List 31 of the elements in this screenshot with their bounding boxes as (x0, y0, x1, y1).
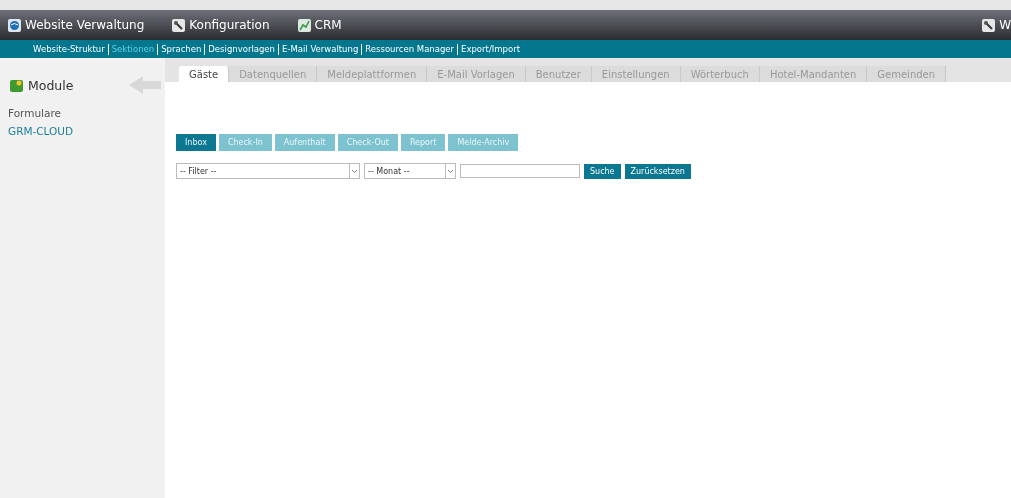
reset-button[interactable]: Zurücksetzen (624, 163, 691, 179)
wrench-icon (172, 18, 186, 32)
subnav-link[interactable]: E-Mail Verwaltung (279, 44, 362, 54)
puzzle-icon (10, 78, 24, 92)
nav-link[interactable]: CRM (297, 18, 342, 32)
nav-link[interactable]: Konfiguration (172, 18, 270, 32)
nav-link[interactable]: W (982, 18, 1011, 32)
subnav-link[interactable]: Sektionen (108, 44, 158, 54)
nav-link[interactable]: Website Verwaltung (8, 18, 145, 32)
tab[interactable]: Gäste (179, 66, 230, 82)
search-button[interactable]: Suche (584, 163, 621, 179)
dropdown-icon (349, 164, 359, 178)
action-button[interactable]: Inbox (176, 134, 216, 151)
wrench-icon (982, 18, 996, 32)
sidebar-title: Module (28, 77, 74, 93)
select-value: -- Monat -- (368, 166, 410, 176)
globe-icon (8, 18, 21, 32)
sidebar-item[interactable]: GRM-CLOUD (8, 122, 165, 140)
search-field[interactable] (460, 164, 580, 178)
subnav-link[interactable]: Sprachen (158, 44, 205, 54)
dropdown-icon (445, 164, 455, 178)
month-select[interactable]: -- Monat -- (364, 163, 456, 179)
chart-icon (297, 18, 311, 32)
filter-select[interactable]: -- Filter -- (176, 163, 360, 179)
subnav-link[interactable]: Export/Import (458, 44, 523, 54)
subnav-link[interactable]: Website-Struktur (30, 44, 108, 54)
select-value: -- Filter -- (180, 166, 217, 176)
subnav-link[interactable]: Designvorlagen (205, 44, 278, 54)
subnav-link[interactable]: Ressourcen Manager (362, 44, 458, 54)
back-arrow-icon[interactable] (129, 76, 161, 94)
sidebar-item[interactable]: Formulare (8, 104, 165, 122)
